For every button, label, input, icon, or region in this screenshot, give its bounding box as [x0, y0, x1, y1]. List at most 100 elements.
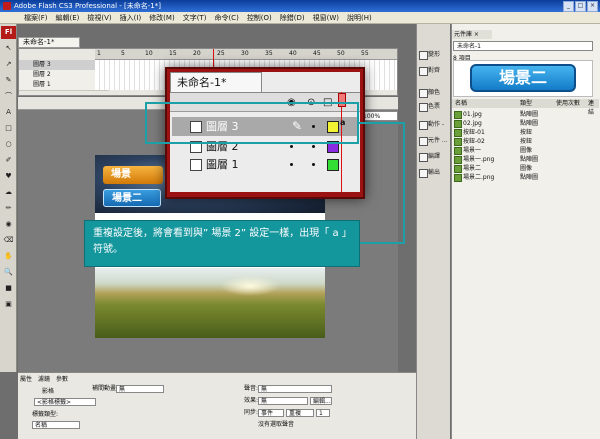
- menu-text[interactable]: 文字(T): [183, 12, 207, 23]
- menu-view[interactable]: 檢視(V): [87, 12, 111, 23]
- callout-layer-row[interactable]: 圖層 1: [172, 155, 358, 174]
- tool-button[interactable]: ☁: [3, 188, 14, 197]
- library-item-name: 場景二.png: [463, 174, 495, 181]
- swatches-icon: [419, 103, 428, 112]
- panel-compiler-button[interactable]: 編譯: [418, 150, 448, 164]
- tool-button[interactable]: ♥: [3, 172, 14, 181]
- repeat-select[interactable]: 重複: [286, 409, 314, 417]
- menu-edit[interactable]: 編輯(E): [56, 12, 80, 23]
- tween-select[interactable]: 無: [116, 385, 164, 393]
- panel-color-button[interactable]: 顏色: [418, 86, 448, 100]
- tool-button[interactable]: ✋: [3, 252, 14, 261]
- minimize-button[interactable]: _: [563, 1, 574, 12]
- library-item[interactable]: 場景二 圖像: [452, 164, 599, 173]
- ruler-tick: 5: [121, 50, 125, 57]
- menu-debug[interactable]: 除錯(D): [280, 12, 305, 23]
- sound-select[interactable]: 無: [258, 385, 332, 393]
- maximize-button[interactable]: □: [575, 1, 586, 12]
- timeline-ruler[interactable]: 1 5 10 15 20 25 30 35 40 45 50 55: [95, 49, 397, 60]
- library-document-select[interactable]: 未命名-1: [453, 41, 593, 51]
- highlight-connector: [360, 242, 405, 244]
- label-type-select[interactable]: 名稱: [32, 421, 80, 429]
- library-item-icon: [454, 156, 462, 164]
- ruler-tick: 45: [313, 50, 321, 57]
- panel-output-button[interactable]: 輸出: [418, 166, 448, 180]
- compiler-icon: [419, 153, 428, 162]
- tool-button[interactable]: ↖: [3, 44, 14, 53]
- tool-button[interactable]: ✏: [3, 204, 14, 213]
- ruler-tick: 20: [193, 50, 201, 57]
- tab-parameters[interactable]: 參數: [56, 374, 68, 383]
- panel-components-button[interactable]: 元件 ...: [418, 134, 448, 148]
- library-preview-button: 場景二: [470, 64, 576, 92]
- ruler-tick: 1: [97, 50, 101, 57]
- column-name[interactable]: 名稱: [455, 99, 467, 108]
- edit-sound-button[interactable]: 編輯...: [310, 397, 332, 405]
- tool-button[interactable]: A: [3, 108, 14, 117]
- library-item[interactable]: 場景二.png 點陣圖: [452, 173, 599, 182]
- column-type[interactable]: 類型: [520, 99, 532, 108]
- panel-actions-button[interactable]: 動作 - ...: [418, 118, 448, 142]
- tab-filters[interactable]: 濾鏡: [38, 374, 50, 383]
- tool-button[interactable]: ✐: [3, 156, 14, 165]
- actions-icon: [419, 121, 428, 130]
- library-item[interactable]: 場景一 圖像: [452, 146, 599, 155]
- menu-control[interactable]: 控制(O): [247, 12, 272, 23]
- library-item[interactable]: 按鈕-01 按鈕: [452, 128, 599, 137]
- panel-swatches-button[interactable]: 色票: [418, 100, 448, 114]
- document-tab[interactable]: 未命名-1*: [18, 37, 80, 48]
- sync-select[interactable]: 事件: [258, 409, 284, 417]
- column-use-count[interactable]: 使用次數: [556, 99, 580, 108]
- library-item[interactable]: 02.jpg 點陣圖: [452, 119, 599, 128]
- scene-two-button[interactable]: 場景二: [103, 189, 161, 207]
- tab-properties[interactable]: 屬性: [20, 374, 32, 383]
- library-item[interactable]: 場景一.png 點陣圖: [452, 155, 599, 164]
- tool-button[interactable]: 🔍: [3, 268, 14, 277]
- library-item-name: 場景一.png: [463, 156, 495, 163]
- properties-tabs: 屬性 濾鏡 參數: [20, 374, 140, 383]
- tool-button[interactable]: □: [3, 124, 14, 133]
- effect-select[interactable]: 無: [258, 397, 308, 405]
- close-button[interactable]: ×: [587, 1, 598, 12]
- menu-commands[interactable]: 命令(C): [214, 12, 238, 23]
- tool-button[interactable]: ◉: [3, 220, 14, 229]
- layer-color-swatch[interactable]: [327, 159, 339, 171]
- tool-button[interactable]: ↗: [3, 60, 14, 69]
- library-item-type: 點陣圖: [520, 156, 539, 163]
- highlight-connector: [359, 122, 405, 124]
- visibility-dot[interactable]: [290, 163, 293, 166]
- tool-button[interactable]: ○: [3, 140, 14, 149]
- library-item-icon: [454, 129, 462, 137]
- tool-button[interactable]: ⌫: [3, 236, 14, 245]
- visibility-dot[interactable]: [290, 145, 293, 148]
- tool-button[interactable]: ▣: [3, 300, 14, 309]
- components-icon: [419, 137, 428, 146]
- library-item[interactable]: 按鈕-02 按鈕: [452, 137, 599, 146]
- align-icon: [419, 67, 428, 76]
- effect-label: 效果:: [244, 397, 259, 404]
- menu-window[interactable]: 視窗(W): [313, 12, 339, 23]
- no-sound-text: 沒有選取聲音: [258, 421, 295, 428]
- library-tab[interactable]: 元件庫 ×: [452, 30, 492, 39]
- tool-button[interactable]: ■: [3, 284, 14, 293]
- library-item-name: 按鈕-02: [463, 138, 485, 145]
- menu-modify[interactable]: 修改(M): [149, 12, 175, 23]
- tool-button[interactable]: ✎: [3, 76, 14, 85]
- output-icon: [419, 169, 428, 178]
- lock-dot[interactable]: [312, 145, 315, 148]
- tool-button[interactable]: ⌒: [3, 92, 14, 101]
- repeat-count-input[interactable]: 1: [316, 409, 330, 417]
- menu-insert[interactable]: 插入(I): [120, 12, 142, 23]
- panel-transform-button[interactable]: 變形: [418, 48, 448, 62]
- zoom-select[interactable]: 100%: [360, 111, 398, 121]
- lock-dot[interactable]: [312, 163, 315, 166]
- scene-one-button[interactable]: 場景: [103, 166, 163, 184]
- menu-help[interactable]: 說明(H): [347, 12, 372, 23]
- panel-align-button[interactable]: 對齊: [418, 64, 448, 78]
- menu-file[interactable]: 檔案(F): [24, 12, 48, 23]
- frame-name-input[interactable]: <影格標籤>: [34, 398, 96, 406]
- library-item-type: 點陣圖: [520, 120, 539, 127]
- ruler-tick: 40: [289, 50, 297, 57]
- sound-label: 聲音:: [244, 385, 259, 392]
- library-item[interactable]: 01.jpg 點陣圖: [452, 110, 599, 119]
